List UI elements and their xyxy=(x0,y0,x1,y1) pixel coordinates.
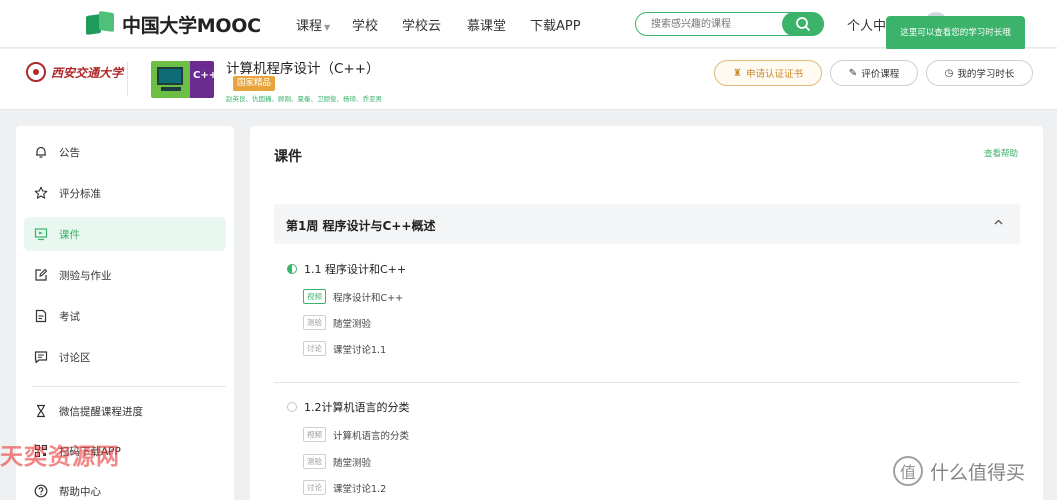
unit-type-tag: 测验 xyxy=(303,454,326,469)
unit-name: 课堂讨论1.1 xyxy=(333,344,387,356)
lesson-item[interactable]: 1.2计算机语言的分类 xyxy=(287,399,410,415)
university-logo[interactable]: 西安交通大学 xyxy=(26,62,123,82)
lesson-divider xyxy=(274,382,1020,383)
sidebar-item-help-center[interactable]: 帮助中心 xyxy=(24,474,226,500)
study-time-button[interactable]: ◷ 我的学习时长 xyxy=(926,60,1033,86)
unit-name: 课堂讨论1.2 xyxy=(333,483,387,495)
button-label: 评价课程 xyxy=(861,69,900,80)
sidebar-item-label: 考试 xyxy=(59,310,80,323)
header-divider xyxy=(127,62,128,96)
search-icon xyxy=(796,17,810,31)
nav-item-school-cloud[interactable]: 学校云 xyxy=(402,15,441,34)
watermark-right: 值 什么值得买 xyxy=(893,456,1025,486)
university-name: 西安交通大学 xyxy=(51,65,124,80)
unit-type-tag: 讨论 xyxy=(303,341,326,356)
sidebar-item-label: 评分标准 xyxy=(59,187,101,200)
sidebar-item-label: 帮助中心 xyxy=(59,485,101,498)
nav-item-courses[interactable]: 课程 ▼ xyxy=(296,15,330,34)
watermark-text: 什么值得买 xyxy=(930,461,1026,484)
clock-icon: ◷ xyxy=(944,67,954,79)
courseware-icon xyxy=(34,227,48,241)
button-label: 申请认证证书 xyxy=(745,69,803,80)
unit-item[interactable]: 讨论 课堂讨论1.1 xyxy=(303,341,386,356)
courseware-panel: 课件 查看帮助 第1周 程序设计与C++概述 1.1 程序设计和C++ 视频 程… xyxy=(250,126,1043,500)
progress-empty-icon xyxy=(287,402,297,412)
study-time-tooltip: 这里可以查看您的学习时长哦 xyxy=(886,16,1025,56)
site-logo-text: 中国大学MOOC xyxy=(122,14,261,37)
chat-icon xyxy=(34,350,48,364)
sidebar-item-wechat-reminder[interactable]: 微信提醒课程进度 xyxy=(24,394,226,428)
sidebar-item-discussion[interactable]: 讨论区 xyxy=(24,340,226,374)
unit-item[interactable]: 讨论 课堂讨论1.2 xyxy=(303,480,386,495)
unit-item[interactable]: 视频 程序设计和C++ xyxy=(303,289,403,304)
unit-type-tag: 测验 xyxy=(303,315,326,330)
sidebar-item-exam[interactable]: 考试 xyxy=(24,299,226,333)
button-label: 我的学习时长 xyxy=(957,69,1015,80)
nav-item-schools[interactable]: 学校 xyxy=(352,15,378,34)
course-title: 计算机程序设计（C++） xyxy=(226,61,380,77)
unit-type-tag: 讨论 xyxy=(303,480,326,495)
sidebar-item-label: 课件 xyxy=(59,228,80,241)
chevron-down-icon: ▼ xyxy=(324,23,331,32)
nav-item-download-app[interactable]: 下载APP xyxy=(530,15,581,34)
search-box xyxy=(635,12,824,36)
unit-name: 程序设计和C++ xyxy=(333,292,404,304)
edit-icon xyxy=(34,268,48,282)
week-title: 第1周 程序设计与C++概述 xyxy=(286,219,436,233)
certificate-icon: ♜ xyxy=(733,67,742,79)
sidebar-item-label: 公告 xyxy=(59,146,80,159)
lesson-title: 1.1 程序设计和C++ xyxy=(304,263,407,276)
unit-item[interactable]: 视频 计算机语言的分类 xyxy=(303,427,409,442)
nav-item-label: 课程 xyxy=(296,19,323,34)
unit-type-tag: 视频 xyxy=(303,289,326,304)
star-icon xyxy=(34,186,48,200)
university-seal-icon xyxy=(26,62,46,82)
hourglass-icon xyxy=(34,404,48,418)
unit-name: 随堂测验 xyxy=(333,318,372,330)
nav-item-mooc-classroom[interactable]: 慕课堂 xyxy=(467,15,506,34)
watermark-logo-icon: 值 xyxy=(893,456,923,486)
page-title: 课件 xyxy=(274,149,302,165)
unit-item[interactable]: 测验 随堂测验 xyxy=(303,454,371,469)
sidebar-item-courseware[interactable]: 课件 xyxy=(24,217,226,251)
sidebar-item-announcements[interactable]: 公告 xyxy=(24,135,226,169)
unit-item[interactable]: 测验 随堂测验 xyxy=(303,315,371,330)
bell-icon xyxy=(34,145,48,159)
lesson-item[interactable]: 1.1 程序设计和C++ xyxy=(287,261,406,277)
progress-half-icon xyxy=(287,264,297,274)
search-button[interactable] xyxy=(782,12,824,36)
unit-name: 计算机语言的分类 xyxy=(333,430,410,442)
chevron-up-icon[interactable] xyxy=(993,217,1004,231)
help-icon xyxy=(34,484,48,498)
sidebar-item-label: 讨论区 xyxy=(59,351,91,364)
thumbnail-label: C++ xyxy=(193,70,214,81)
unit-name: 随堂测验 xyxy=(333,457,372,469)
sidebar-item-quizzes[interactable]: 测验与作业 xyxy=(24,258,226,292)
apply-certificate-button[interactable]: ♜ 申请认证证书 xyxy=(714,60,822,86)
document-icon xyxy=(34,309,48,323)
sidebar-divider xyxy=(32,386,226,387)
sidebar-item-grading[interactable]: 评分标准 xyxy=(24,176,226,210)
search-input[interactable] xyxy=(651,16,779,32)
watermark-left: 天奕资源网 xyxy=(0,444,120,470)
week-section-header[interactable]: 第1周 程序设计与C++概述 xyxy=(274,204,1020,244)
course-header: 西安交通大学 C++ 计算机程序设计（C++） 国家精品 赵英良、仇国巍、顾刚、… xyxy=(0,49,1057,110)
course-thumbnail: C++ xyxy=(151,61,214,98)
review-course-button[interactable]: ✎ 评价课程 xyxy=(830,60,918,86)
site-logo[interactable]: 中国大学MOOC xyxy=(86,10,261,37)
unit-type-tag: 视频 xyxy=(303,427,326,442)
view-help-link[interactable]: 查看帮助 xyxy=(984,147,1018,159)
lesson-title: 1.2计算机语言的分类 xyxy=(304,401,410,414)
course-badge: 国家精品 xyxy=(233,76,276,91)
course-teachers[interactable]: 赵英良、仇国巍、顾刚、夏秦、卫颜俊、杨琦、乔亚男 xyxy=(226,93,382,103)
sidebar-item-label: 测验与作业 xyxy=(59,269,112,282)
computer-icon xyxy=(157,67,183,85)
sidebar-item-label: 微信提醒课程进度 xyxy=(59,405,143,418)
edit-icon: ✎ xyxy=(848,67,858,79)
mooc-logo-icon xyxy=(86,10,116,36)
